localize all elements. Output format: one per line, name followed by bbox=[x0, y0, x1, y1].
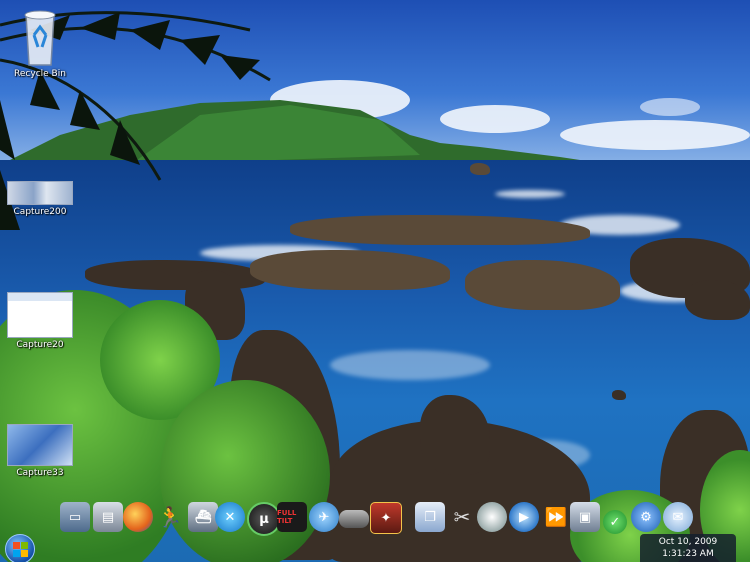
ship-icon[interactable]: ⛴ bbox=[188, 502, 218, 532]
fast-forward-icon[interactable]: ⏩ bbox=[541, 502, 571, 532]
taskbar-clock[interactable]: Oct 10, 2009 1:31:23 AM bbox=[640, 534, 736, 562]
clock-time: 1:31:23 AM bbox=[662, 549, 714, 559]
game-cover-icon[interactable]: ✦ bbox=[370, 502, 402, 534]
desktop-icon-label: Capture20 bbox=[16, 340, 64, 350]
windows-logo-icon bbox=[13, 542, 20, 549]
gear-icon[interactable]: ⚙ bbox=[631, 502, 661, 532]
screenshot-thumbnail bbox=[7, 424, 73, 466]
wallpaper-cloud bbox=[640, 98, 700, 116]
runner-icon[interactable]: 🏃 bbox=[155, 502, 185, 532]
desktop-icon-label: Capture33 bbox=[16, 468, 64, 478]
desktop-icon-capture33[interactable]: Capture33 bbox=[0, 424, 80, 478]
desktop: Recycle Bin Capture200 Capture20 Capture… bbox=[0, 0, 750, 562]
game-icon[interactable]: ✈ bbox=[309, 502, 339, 532]
fulltilt-label: FULL TILT bbox=[277, 509, 297, 525]
computer-icon[interactable]: ▭ bbox=[60, 502, 90, 532]
network-icon[interactable]: ▣ bbox=[570, 502, 600, 532]
folder-icon[interactable]: ▤ bbox=[93, 502, 123, 532]
windows-logo-icon-part bbox=[21, 550, 28, 557]
blue-swirl-icon[interactable]: ✕ bbox=[215, 502, 245, 532]
checkmark-icon[interactable]: ✓ bbox=[603, 510, 627, 534]
wallpaper-foam bbox=[495, 190, 565, 198]
desktop-icon-label: Capture200 bbox=[13, 207, 67, 217]
speaker-icon[interactable] bbox=[477, 502, 507, 532]
wallpaper-foam bbox=[330, 350, 490, 380]
dock: ▭ ▤ 🏃 ⛴ ✕ µ FULL TILT ✈ ✦ ❐ ✂ ▶ ⏩ ▣ ✓ ⚙ … bbox=[55, 502, 715, 542]
clock-date: Oct 10, 2009 bbox=[658, 537, 718, 547]
windows-logo-icon-part bbox=[13, 550, 20, 557]
windows-stack-icon[interactable]: ❐ bbox=[415, 502, 445, 532]
recycle-bin-icon bbox=[18, 5, 62, 67]
utorrent-icon[interactable]: µ bbox=[247, 502, 281, 536]
screenshot-thumbnail bbox=[7, 181, 73, 205]
tools-icon[interactable]: ✂ bbox=[447, 502, 477, 532]
wallpaper-rock bbox=[612, 390, 626, 400]
desktop-icon-capture20[interactable]: Capture20 bbox=[0, 292, 80, 350]
mail-icon[interactable]: ✉ bbox=[663, 502, 693, 532]
wallpaper-rock bbox=[290, 215, 590, 245]
desktop-icon-recycle-bin[interactable]: Recycle Bin bbox=[0, 5, 80, 79]
start-button[interactable] bbox=[5, 534, 35, 562]
windows-logo-icon-part bbox=[21, 542, 28, 549]
wallpaper-rock bbox=[685, 280, 750, 320]
desktop-icon-capture200[interactable]: Capture200 bbox=[0, 181, 80, 217]
car-icon[interactable] bbox=[339, 510, 369, 528]
firefox-icon[interactable] bbox=[123, 502, 153, 532]
screenshot-thumbnail bbox=[7, 292, 73, 338]
fulltilt-poker-icon[interactable]: FULL TILT bbox=[277, 502, 307, 532]
wallpaper-rock bbox=[470, 163, 490, 175]
media-player-icon[interactable]: ▶ bbox=[509, 502, 539, 532]
desktop-icon-label: Recycle Bin bbox=[14, 69, 66, 79]
wallpaper-rock bbox=[250, 250, 450, 290]
